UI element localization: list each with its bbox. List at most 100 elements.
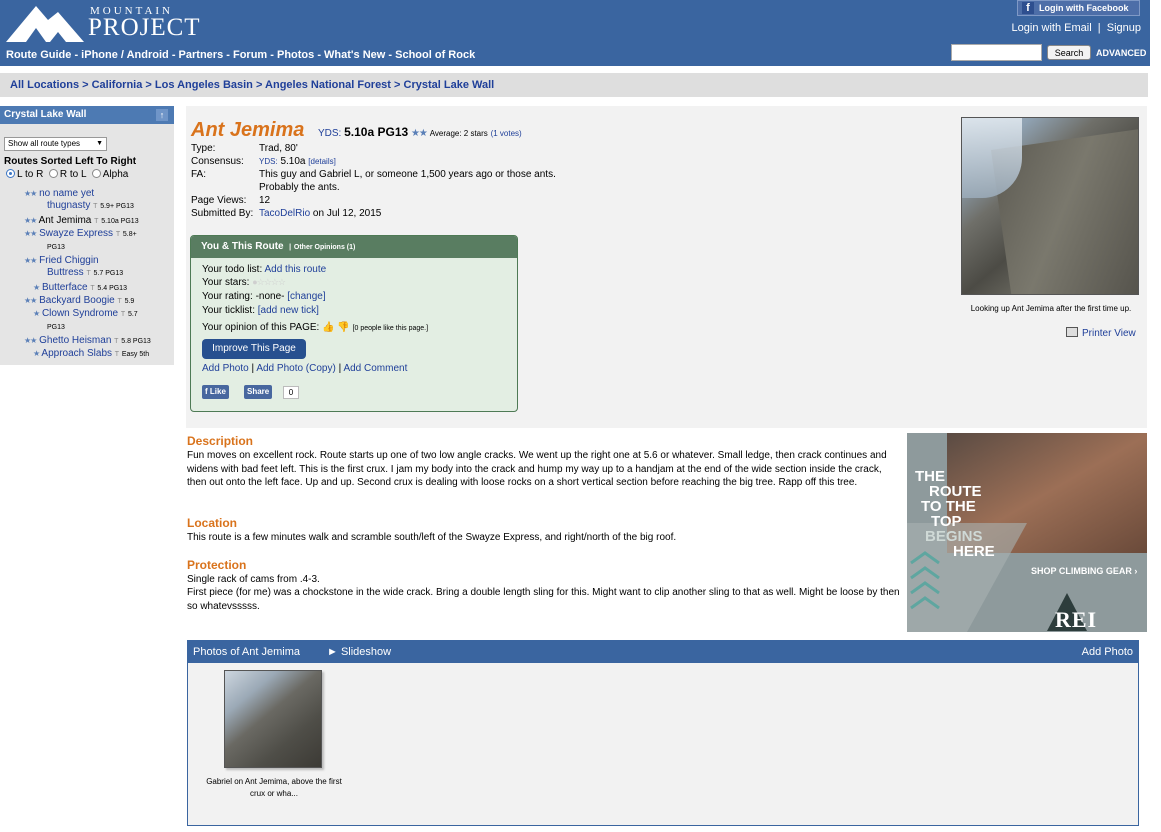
printer-icon: [1066, 327, 1078, 337]
sort-r-to-l-radio[interactable]: [48, 169, 58, 178]
nav-iphone-android[interactable]: iPhone / Android: [81, 49, 169, 61]
sort-options: L to R R to L Alpha: [6, 169, 128, 180]
details-link[interactable]: [details]: [308, 157, 336, 166]
sort-alpha-label[interactable]: Alpha: [103, 169, 129, 180]
facebook-like-button[interactable]: f Like: [202, 385, 229, 399]
add-todo-link[interactable]: Add this route: [264, 264, 326, 275]
sidebar-route-name[interactable]: no name yet: [39, 188, 94, 199]
breadcrumb-all-locations[interactable]: All Locations: [10, 79, 79, 91]
route-photo-caption: Looking up Ant Jemima after the first ti…: [970, 304, 1132, 313]
facebook-icon: f: [1022, 2, 1034, 14]
sidebar-route[interactable]: ★★ no name yet thugnasty T 5.9+ PG13: [24, 188, 134, 213]
route-stars-icon: ★★: [24, 256, 37, 265]
site-logo[interactable]: MOUNTAIN PROJECT: [6, 2, 201, 44]
description-heading: Description: [187, 434, 254, 448]
arrow-up-icon[interactable]: ↑: [156, 109, 168, 121]
add-tick-link[interactable]: [add new tick]: [258, 305, 319, 316]
sidebar-route-name[interactable]: Approach Slabs: [41, 348, 112, 359]
other-opinions-link[interactable]: Other Opinions (1): [294, 244, 355, 251]
you-and-this-route-header: You & This Route | Other Opinions (1): [191, 236, 517, 258]
search-button[interactable]: Search: [1047, 45, 1091, 60]
sorted-heading: Routes Sorted Left To Right: [4, 156, 137, 167]
route-stars-icon: ★: [33, 349, 40, 358]
ticklist-line: Your ticklist: [add new tick]: [202, 305, 319, 316]
breadcrumb-crystal-lake-wall[interactable]: Crystal Lake Wall: [404, 79, 495, 91]
rei-advertisement[interactable]: THE ROUTE TO THE TOP BEGINS HERE SHOP CL…: [907, 433, 1147, 632]
yds-label[interactable]: YDS:: [318, 128, 341, 139]
sort-l-to-r-label[interactable]: L to R: [17, 169, 43, 180]
add-photo-header-link[interactable]: Add Photo: [1082, 641, 1133, 663]
sidebar-route-name: Ant Jemima: [38, 215, 92, 226]
chevron-down-icon: ▼: [96, 140, 103, 147]
route-type-select[interactable]: Show all route types ▼: [4, 137, 107, 151]
consensus-yds-link[interactable]: YDS:: [259, 157, 278, 166]
sort-l-to-r-radio[interactable]: [6, 169, 15, 178]
route-stars-icon: ★★: [24, 189, 37, 198]
nav-forum[interactable]: Forum: [233, 49, 267, 61]
slideshow-link[interactable]: ► Slideshow: [327, 641, 391, 663]
sidebar-route-name[interactable]: Buttress: [47, 267, 84, 278]
photo-thumbnail[interactable]: [224, 670, 322, 768]
advanced-search-link[interactable]: ADVANCED: [1096, 48, 1146, 58]
thumbs-up-icon[interactable]: 👍: [322, 322, 334, 333]
sidebar-route-name[interactable]: Butterface: [42, 282, 88, 293]
sidebar-route[interactable]: ★★ Backyard Boogie T 5.9: [24, 295, 134, 308]
shop-climbing-gear-link[interactable]: SHOP CLIMBING GEAR ›: [1031, 566, 1137, 576]
sidebar-route[interactable]: ★ Clown Syndrome T 5.7 PG13: [33, 308, 138, 334]
facebook-login-button[interactable]: f Login with Facebook: [1017, 0, 1140, 16]
change-rating-link[interactable]: [change]: [287, 291, 325, 302]
sidebar-route-name[interactable]: Clown Syndrome: [42, 308, 118, 319]
nav-photos[interactable]: Photos: [277, 49, 314, 61]
sidebar-route[interactable]: ★★ Ghetto Heisman T 5.8 PG13: [24, 335, 151, 348]
sort-r-to-l-label[interactable]: R to L: [60, 169, 86, 180]
photo-thumbnail-caption: Gabriel on Ant Jemima, above the first c…: [206, 777, 342, 798]
sidebar-route-name[interactable]: Ghetto Heisman: [39, 335, 111, 346]
location-text: This route is a few minutes walk and scr…: [187, 532, 677, 543]
breadcrumb-angeles-national-forest[interactable]: Angeles National Forest: [265, 79, 391, 91]
sidebar-route[interactable]: ★ Approach Slabs T Easy 5th: [33, 348, 149, 361]
votes-link[interactable]: (1 votes): [491, 129, 522, 138]
facebook-icon: f: [205, 387, 208, 396]
photos-section: Photos of Ant Jemima ► Slideshow Add Pho…: [187, 640, 1139, 826]
route-photo[interactable]: [961, 117, 1139, 295]
nav-school-of-rock[interactable]: School of Rock: [395, 49, 475, 61]
sidebar-route-current[interactable]: ★★ Ant Jemima T 5.10a PG13: [24, 215, 139, 228]
route-stars-icon: ★: [33, 283, 40, 292]
sort-alpha-radio[interactable]: [91, 169, 101, 178]
printer-view-link[interactable]: Printer View: [1066, 327, 1136, 339]
add-photo-copy-link[interactable]: Add Photo (Copy): [256, 363, 336, 374]
sidebar-route-name[interactable]: Swayze Express: [39, 228, 113, 239]
signup-link[interactable]: Signup: [1107, 22, 1141, 34]
sidebar: Crystal Lake Wall ↑ Show all route types…: [0, 106, 174, 365]
add-comment-link[interactable]: Add Comment: [343, 363, 407, 374]
logo-text-bottom: PROJECT: [88, 14, 201, 41]
ad-headline: THE ROUTE TO THE TOP BEGINS HERE: [915, 468, 995, 560]
sidebar-route-name[interactable]: thugnasty: [47, 200, 90, 211]
star-rating-widget-icon[interactable]: ●☆☆☆☆: [252, 277, 286, 287]
sidebar-route[interactable]: ★★ Swayze Express T 5.8+ PG13: [24, 228, 137, 254]
add-photo-link[interactable]: Add Photo: [202, 363, 249, 374]
facebook-login-label: Login with Facebook: [1039, 3, 1129, 13]
sidebar-route[interactable]: ★★ Fried Chiggin Buttress T 5.7 PG13: [24, 255, 123, 280]
breadcrumb-california[interactable]: California: [92, 79, 143, 91]
improve-page-button[interactable]: Improve This Page: [202, 339, 306, 359]
sidebar-route-name[interactable]: Backyard Boogie: [39, 295, 115, 306]
sidebar-title[interactable]: Crystal Lake Wall: [4, 109, 86, 120]
main-nav: Route Guide - iPhone / Android - Partner…: [6, 49, 476, 61]
nav-partners[interactable]: Partners: [179, 49, 224, 61]
facebook-share-button[interactable]: Share: [244, 385, 273, 399]
rei-logo: REI: [1055, 607, 1098, 632]
login-email-link[interactable]: Login with Email: [1012, 22, 1092, 34]
mountain-logo-icon: [6, 6, 84, 42]
sidebar-route-name[interactable]: Fried Chiggin: [39, 255, 98, 266]
submitter-link[interactable]: TacoDelRio: [259, 208, 310, 219]
breadcrumb-los-angeles-basin[interactable]: Los Angeles Basin: [155, 79, 253, 91]
nav-whats-new[interactable]: What's New: [324, 49, 385, 61]
rating-line: Your rating: -none- [change]: [202, 291, 326, 302]
search-input[interactable]: [951, 44, 1042, 61]
sidebar-route[interactable]: ★ Butterface T 5.4 PG13: [33, 282, 127, 295]
route-type-select-value: Show all route types: [8, 139, 81, 148]
nav-route-guide[interactable]: Route Guide: [6, 49, 71, 61]
thumbs-down-icon[interactable]: 👎: [337, 322, 349, 333]
sidebar-header: Crystal Lake Wall ↑: [0, 106, 174, 124]
